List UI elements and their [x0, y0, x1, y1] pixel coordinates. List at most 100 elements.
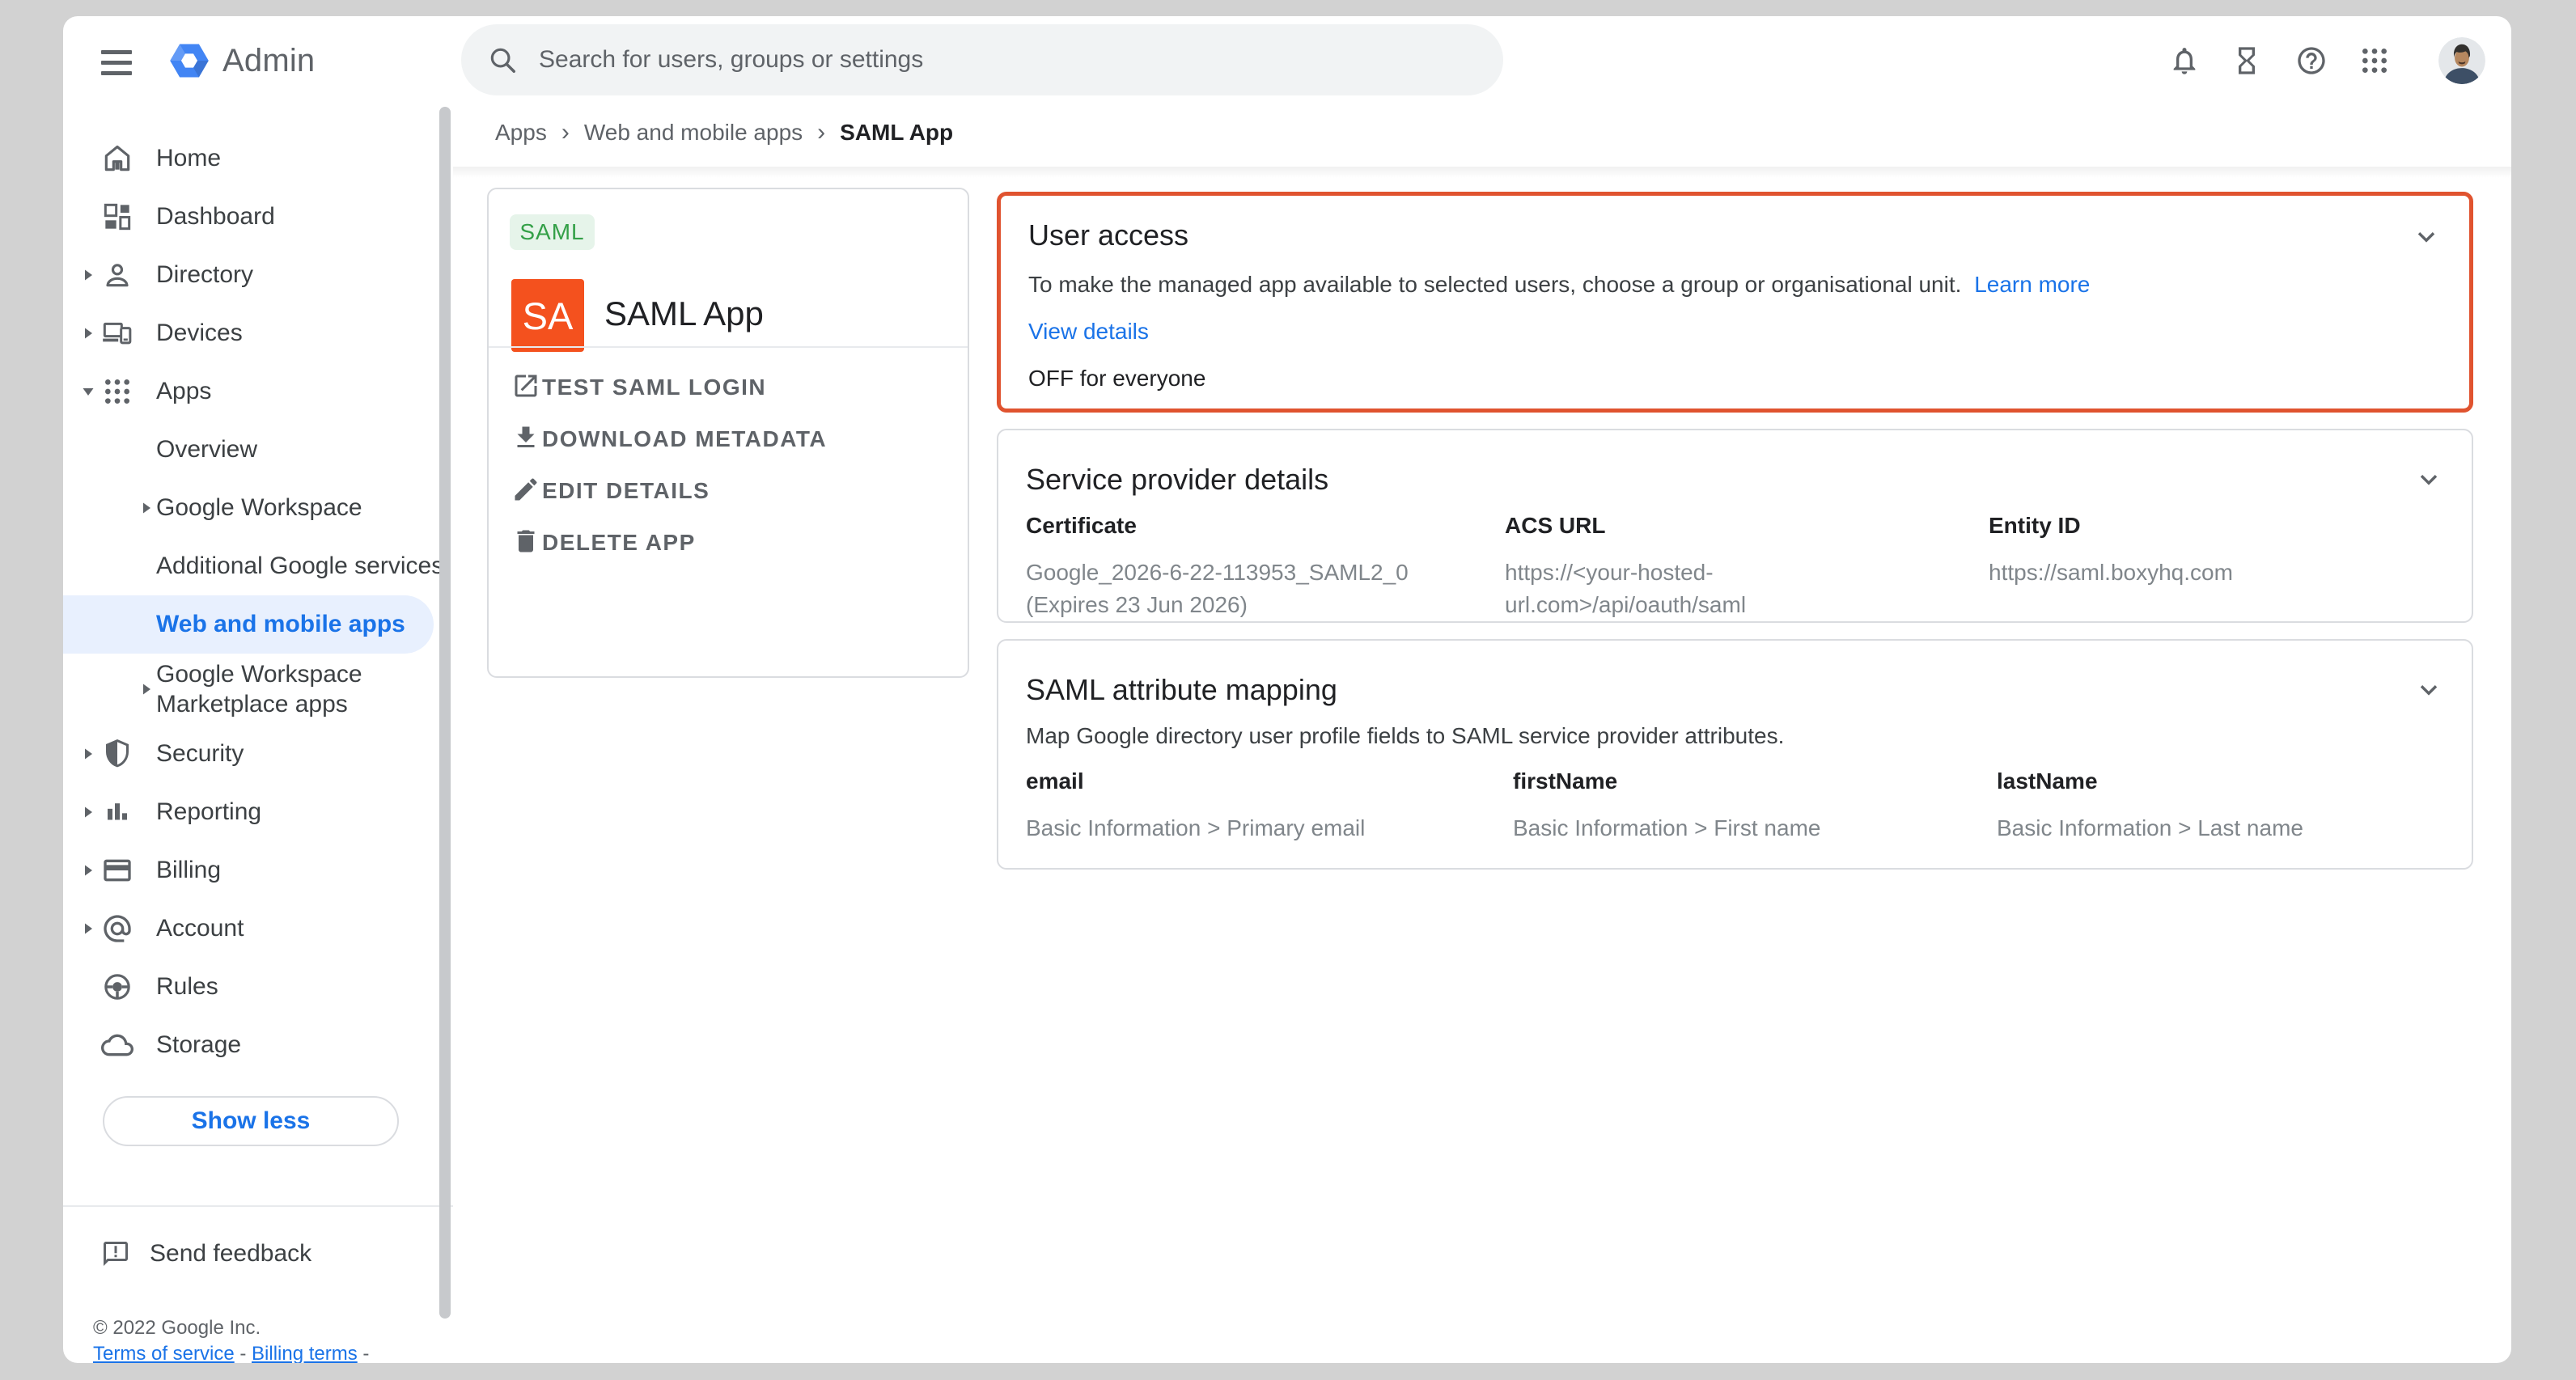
card-divider — [489, 346, 968, 348]
user-access-status: OFF for everyone — [1028, 366, 1205, 392]
app-title: SAML App — [604, 294, 764, 333]
user-access-panel[interactable]: User access To make the managed app avai… — [997, 192, 2473, 413]
chevron-down-icon[interactable] — [2415, 466, 2443, 493]
pencil-icon — [511, 475, 540, 504]
admin-hexagon-icon — [167, 38, 212, 83]
help-icon[interactable] — [2295, 44, 2328, 77]
sidebar-item-label: Billing — [156, 857, 221, 884]
sidebar-item-label: Google Workspace Marketplace apps — [156, 659, 391, 719]
expand-right-icon[interactable] — [79, 861, 97, 879]
notifications-bell-icon[interactable] — [2168, 44, 2201, 77]
field-label: ACS URL — [1505, 513, 1958, 539]
panel-title: Service provider details — [1026, 463, 1328, 497]
breadcrumb: Apps › Web and mobile apps › SAML App — [495, 119, 953, 146]
sidebar-item-account[interactable]: Account — [63, 900, 453, 958]
sidebar-item-apps[interactable]: Apps — [63, 362, 453, 421]
sidebar-item-label: Google Workspace — [156, 494, 362, 522]
sidebar-item-label: Home — [156, 145, 221, 172]
cloud-icon — [101, 1029, 133, 1061]
sidebar-item-billing[interactable]: Billing — [63, 841, 453, 900]
action-label: TEST SAML LOGIN — [542, 375, 766, 400]
chevron-down-icon[interactable] — [2413, 223, 2440, 251]
sidebar-item-reporting[interactable]: Reporting — [63, 783, 453, 841]
sidebar-item-storage[interactable]: Storage — [63, 1016, 453, 1074]
sidebar-item-label: Additional Google services — [156, 552, 443, 580]
admin-console-window: Admin Apps › Web and mobile apps › SAML … — [63, 16, 2511, 1363]
person-icon — [101, 259, 133, 291]
sidebar-item-label: Directory — [156, 261, 253, 289]
footer-links: Terms of service - Billing terms - — [93, 1343, 369, 1363]
google-apps-grid-icon[interactable] — [2358, 44, 2391, 77]
expand-right-icon[interactable] — [138, 680, 155, 698]
send-feedback-button[interactable]: Send feedback — [63, 1234, 453, 1274]
edit-details-button[interactable]: EDIT DETAILS — [489, 475, 968, 507]
sidebar-item-directory[interactable]: Directory — [63, 246, 453, 304]
view-details-row: View details — [1028, 319, 1149, 345]
sidebar-item-label: Dashboard — [156, 203, 275, 231]
field-label: Entity ID — [1989, 513, 2442, 539]
download-icon — [511, 423, 540, 452]
at-icon — [101, 912, 133, 945]
field-value: https://saml.boxyhq.com — [1989, 557, 2442, 589]
expand-right-icon[interactable] — [79, 920, 97, 938]
sidebar-item-label: Apps — [156, 378, 211, 405]
sidebar-item-overview[interactable]: Overview — [63, 421, 453, 479]
service-provider-details-panel[interactable]: Service provider details Certificate Goo… — [997, 429, 2473, 623]
breadcrumb-apps[interactable]: Apps — [495, 120, 547, 146]
sidebar-scrollbar[interactable] — [439, 107, 451, 1319]
open-in-new-icon — [511, 371, 540, 400]
terms-of-service-link[interactable]: Terms of service — [93, 1343, 235, 1363]
saml-badge: SAML — [510, 214, 595, 250]
test-saml-login-button[interactable]: TEST SAML LOGIN — [489, 371, 968, 404]
sidebar-item-label: Reporting — [156, 798, 261, 826]
delete-app-button[interactable]: DELETE APP — [489, 527, 968, 559]
download-metadata-button[interactable]: DOWNLOAD METADATA — [489, 423, 968, 455]
trash-icon — [511, 527, 540, 556]
sidebar-item-google-workspace-marketplace-apps[interactable]: Google Workspace Marketplace apps — [63, 654, 453, 725]
show-less-button[interactable]: Show less — [103, 1096, 399, 1146]
mapping-value: Basic Information > Last name — [1997, 812, 2450, 845]
expand-right-icon[interactable] — [79, 745, 97, 763]
sidebar-item-google-workspace[interactable]: Google Workspace — [63, 479, 453, 537]
expand-right-icon[interactable] — [79, 324, 97, 342]
search-icon — [487, 44, 518, 75]
sidebar-item-devices[interactable]: Devices — [63, 304, 453, 362]
mapping-attribute: email — [1026, 768, 1479, 794]
search-bar[interactable] — [461, 24, 1503, 95]
chevron-down-icon[interactable] — [2415, 676, 2443, 704]
mapping-attribute: lastName — [1997, 768, 2450, 794]
expand-right-icon[interactable] — [79, 266, 97, 284]
saml-app-card: SAML SA SAML App TEST SAML LOGIN DOWNLOA… — [487, 188, 969, 678]
expand-right-icon[interactable] — [138, 499, 155, 517]
sidebar-item-security[interactable]: Security — [63, 725, 453, 783]
google-admin-logo: Admin — [167, 38, 315, 83]
credit-card-icon — [101, 854, 133, 887]
sidebar-item-additional-google-services[interactable]: Additional Google services — [63, 537, 453, 595]
tasks-hourglass-icon[interactable] — [2231, 44, 2263, 77]
user-avatar[interactable] — [2438, 37, 2485, 84]
sidebar-item-home[interactable]: Home — [63, 129, 453, 188]
breadcrumb-web-and-mobile-apps[interactable]: Web and mobile apps — [584, 120, 803, 146]
saml-attribute-mapping-panel[interactable]: SAML attribute mapping Map Google direct… — [997, 639, 2473, 870]
certificate-field: Certificate Google_2026-6-22-113953_SAML… — [1026, 513, 1463, 621]
expand-right-icon[interactable] — [79, 803, 97, 821]
learn-more-link[interactable]: Learn more — [1974, 272, 2090, 297]
sidebar-item-label: Account — [156, 915, 244, 942]
sidebar-item-rules[interactable]: Rules — [63, 958, 453, 1016]
lastname-mapping: lastName Basic Information > Last name — [1997, 768, 2450, 845]
sidebar-item-dashboard[interactable]: Dashboard — [63, 188, 453, 246]
view-details-link[interactable]: View details — [1028, 319, 1149, 344]
sidebar-item-label: Security — [156, 740, 244, 768]
apps-grid-icon — [101, 375, 133, 408]
billing-terms-link[interactable]: Billing terms — [252, 1343, 358, 1363]
panel-title: SAML attribute mapping — [1026, 673, 1337, 707]
expand-down-icon[interactable] — [79, 383, 97, 400]
action-label: DELETE APP — [542, 530, 696, 556]
sidebar-item-label: Overview — [156, 436, 257, 464]
breadcrumb-separator: › — [561, 119, 570, 146]
sidebar-item-web-and-mobile-apps[interactable]: Web and mobile apps — [63, 595, 434, 654]
hamburger-menu-icon[interactable] — [101, 50, 132, 76]
dashboard-icon — [101, 201, 133, 233]
breadcrumb-separator: › — [817, 119, 825, 146]
search-input[interactable] — [537, 45, 1430, 74]
